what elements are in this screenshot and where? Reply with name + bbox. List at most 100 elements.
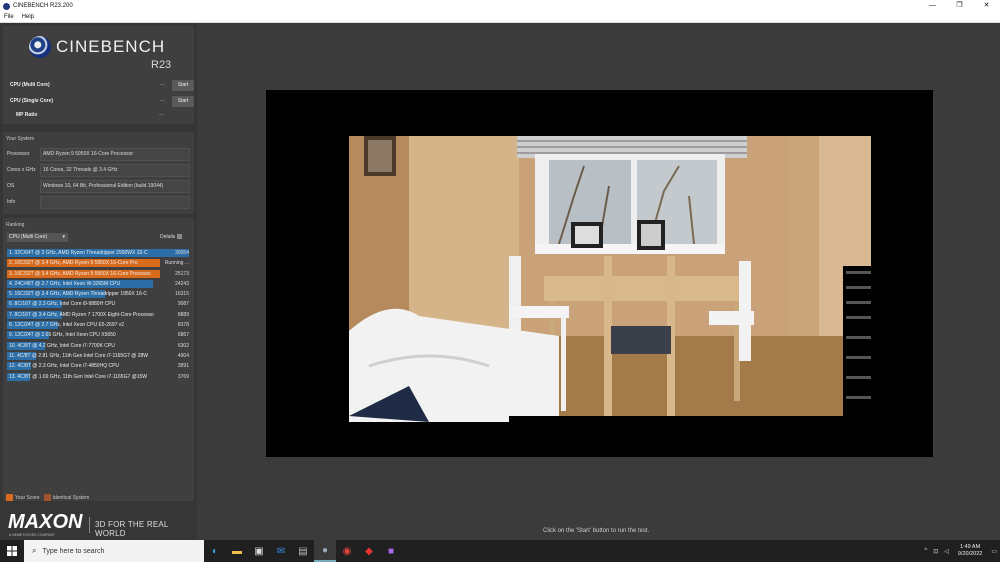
bench-label: CPU (Multi Core) <box>10 82 50 88</box>
ranking-score: 6302 <box>177 342 189 349</box>
ranking-row[interactable]: 4. 24C/48T @ 2.7 GHz, Intel Xeon W-3265M… <box>7 279 189 289</box>
system-key: Cores x GHz <box>7 167 36 173</box>
ranking-type-select[interactable]: CPU (Multi Core) ▾ <box>7 233 68 242</box>
system-row-os: OS Windows 10, 64 Bit, Professional Edit… <box>5 179 190 193</box>
ranking-row[interactable]: 1. 32C/64T @ 3 GHz, AMD Ryzen Threadripp… <box>7 248 189 258</box>
system-key: OS <box>7 183 15 189</box>
ranking-row[interactable]: 11. 4C/8T @ 2.81 GHz, 11th Gen Intel Cor… <box>7 351 189 361</box>
ranking-cpu-label: 4. 24C/48T @ 2.7 GHz, Intel Xeon W-3265M… <box>9 280 121 287</box>
maximize-button[interactable]: ❐ <box>946 0 973 12</box>
bench-label: CPU (Single Core) <box>10 98 54 104</box>
title-bar: CINEBENCH R23.200 — ❐ ✕ <box>0 0 1000 12</box>
info-field[interactable] <box>40 195 190 209</box>
ranking-score: 4904 <box>177 352 189 359</box>
ranking-row[interactable]: 3. 16C/32T @ 3.4 GHz, AMD Ryzen 9 5950X … <box>7 269 189 279</box>
taskbar-edge-icon[interactable]: ◐ <box>204 540 226 562</box>
bench-value: --- <box>160 98 165 104</box>
your-system-panel: Your System Processor AMD Ryzen 9 5950X … <box>3 132 194 214</box>
taskbar-app-icon[interactable]: ▤ <box>292 540 314 562</box>
taskbar-file-explorer-icon[interactable]: ▬ <box>226 540 248 562</box>
ranking-row[interactable]: 13. 4C/8T @ 1.69 GHz, 11th Gen Intel Cor… <box>7 372 189 382</box>
status-message: Click on the 'Start' button to run the t… <box>543 528 650 534</box>
window-title: CINEBENCH R23.200 <box>13 3 73 9</box>
minimize-button[interactable]: — <box>919 0 946 12</box>
ranking-cpu-label: 7. 8C/16T @ 3.4 GHz, AMD Ryzen 7 1700X E… <box>9 311 154 318</box>
ranking-row[interactable]: 7. 8C/16T @ 3.4 GHz, AMD Ryzen 7 1700X E… <box>7 310 189 320</box>
menu-bar: File Help <box>0 12 1000 23</box>
taskbar-store-icon[interactable]: ▣ <box>248 540 270 562</box>
start-single-core-button[interactable]: Start <box>172 95 194 107</box>
taskbar-chrome-icon[interactable]: ◉ <box>336 540 358 562</box>
menu-file[interactable]: File <box>0 14 18 20</box>
windows-taskbar: ⌕ Type here to search ◐ ▬ ▣ ✉ ▤ ● ◉ ◆ ■ … <box>0 540 1000 562</box>
identical-system-label: Identical System <box>52 494 90 501</box>
windows-logo-icon <box>7 546 17 556</box>
ranking-row[interactable]: 9. 12C/24T @ 2.66 GHz, Intel Xeon CPU X5… <box>7 330 189 340</box>
render-preview-image <box>349 136 871 422</box>
ranking-cpu-label: 13. 4C/8T @ 1.69 GHz, 11th Gen Intel Cor… <box>9 373 147 380</box>
search-placeholder: Type here to search <box>42 547 105 555</box>
logo-text: CINEBENCH <box>56 37 166 56</box>
cinebench-app-icon <box>3 2 10 10</box>
ranking-list: 1. 32C/64T @ 3 GHz, AMD Ryzen Threadripp… <box>7 248 189 382</box>
brand-tagline: 3D FOR THE REAL WORLD <box>95 520 169 538</box>
details-toggle-icon <box>177 234 183 240</box>
maxon-subtitle: A NEMETSCHEK COMPANY <box>9 533 55 537</box>
system-key: Info <box>7 199 16 205</box>
ranking-row[interactable]: 10. 4C/8T @ 4.2 GHz, Intel Core i7-7700K… <box>7 341 189 351</box>
start-menu-button[interactable] <box>0 540 24 562</box>
menu-help[interactable]: Help <box>18 14 38 20</box>
ranking-cpu-label: 12. 4C/8T @ 2.3 GHz, Intel Core i7-4850H… <box>9 363 120 370</box>
ranking-cpu-label: 11. 4C/8T @ 2.81 GHz, 11th Gen Intel Cor… <box>9 352 149 359</box>
taskbar-mail-icon[interactable]: ✉ <box>270 540 292 562</box>
ranking-row[interactable]: 12. 4C/8T @ 2.3 GHz, Intel Core i7-4850H… <box>7 361 189 371</box>
ranking-score: 3769 <box>177 373 189 380</box>
logo-version: R23 <box>151 59 172 71</box>
ranking-score: 30054 <box>175 250 189 256</box>
ranking-cpu-label: 9. 12C/24T @ 2.66 GHz, Intel Xeon CPU X5… <box>9 332 116 339</box>
ranking-row[interactable]: 5. 16C/32T @ 3.4 GHz, AMD Ryzen Threadri… <box>7 289 189 299</box>
chevron-up-icon[interactable]: ^ <box>924 548 927 554</box>
ranking-score: 3891 <box>177 363 189 370</box>
clock[interactable]: 1:49 AM 9/20/2022 <box>958 544 982 558</box>
ranking-score: 16315 <box>175 291 189 298</box>
ranking-cpu-label: 6. 8C/16T @ 2.3 GHz, Intel Core i9-9880H… <box>9 301 116 308</box>
volume-icon[interactable]: ◁ <box>944 548 949 555</box>
left-panel: CINEBENCH R23 CPU (Multi Core) --- Start… <box>0 23 197 540</box>
taskbar-search[interactable]: ⌕ Type here to search <box>24 540 204 562</box>
taskbar-cinebench-icon[interactable]: ● <box>314 540 336 562</box>
system-row-info: Info <box>5 195 190 209</box>
ranking-score: 8889 <box>177 311 189 318</box>
taskbar-red-app-icon[interactable]: ◆ <box>358 540 380 562</box>
identical-system-swatch <box>43 494 51 501</box>
clock-time: 1:49 AM <box>960 544 981 550</box>
details-label: Details <box>160 234 176 240</box>
chevron-down-icon: ▾ <box>62 234 65 240</box>
ranking-cpu-label: 1. 32C/64T @ 3 GHz, AMD Ryzen Threadripp… <box>9 250 148 256</box>
your-score-swatch <box>6 494 13 501</box>
details-button[interactable]: Details <box>160 234 183 240</box>
ranking-score: 25173 <box>175 270 189 277</box>
taskbar-purple-app-icon[interactable]: ■ <box>380 540 402 562</box>
bench-value: --- <box>159 112 164 118</box>
cinebench-logo-icon <box>29 36 51 58</box>
ranking-score: 9087 <box>177 301 189 308</box>
ranking-row[interactable]: 8. 12C/24T @ 2.7 GHz, Intel Xeon CPU E5-… <box>7 320 189 330</box>
ranking-row[interactable]: 6. 8C/16T @ 2.3 GHz, Intel Core i9-9880H… <box>7 299 189 309</box>
network-icon[interactable]: ⊡ <box>933 548 938 555</box>
bench-mp-ratio: MP Ratio --- <box>10 109 194 121</box>
ranking-row[interactable]: 2. 16C/32T @ 3.4 GHz, AMD Ryzen 9 5950X … <box>7 258 189 268</box>
ranking-cpu-label: 2. 16C/32T @ 3.4 GHz, AMD Ryzen 9 5950X … <box>9 260 138 267</box>
start-multi-core-button[interactable]: Start <box>172 79 194 91</box>
notifications-icon[interactable]: ▭ <box>991 548 997 555</box>
system-value: Windows 10, 64 Bit, Professional Edition… <box>40 179 190 193</box>
bench-label: MP Ratio <box>16 112 38 118</box>
close-button[interactable]: ✕ <box>973 0 1000 12</box>
maxon-logo: MAXON <box>8 511 83 533</box>
ranking-cpu-label: 5. 16C/32T @ 3.4 GHz, AMD Ryzen Threadri… <box>9 291 148 298</box>
tagline-divider <box>89 517 90 533</box>
system-tray: ^ ⊡ ◁ 1:49 AM 9/20/2022 ▭ <box>921 544 1000 558</box>
system-value: 16 Cores, 32 Threads @ 3.4 GHz <box>40 163 190 177</box>
search-icon: ⌕ <box>32 546 37 555</box>
cinebench-logo: CINEBENCH <box>29 36 165 58</box>
